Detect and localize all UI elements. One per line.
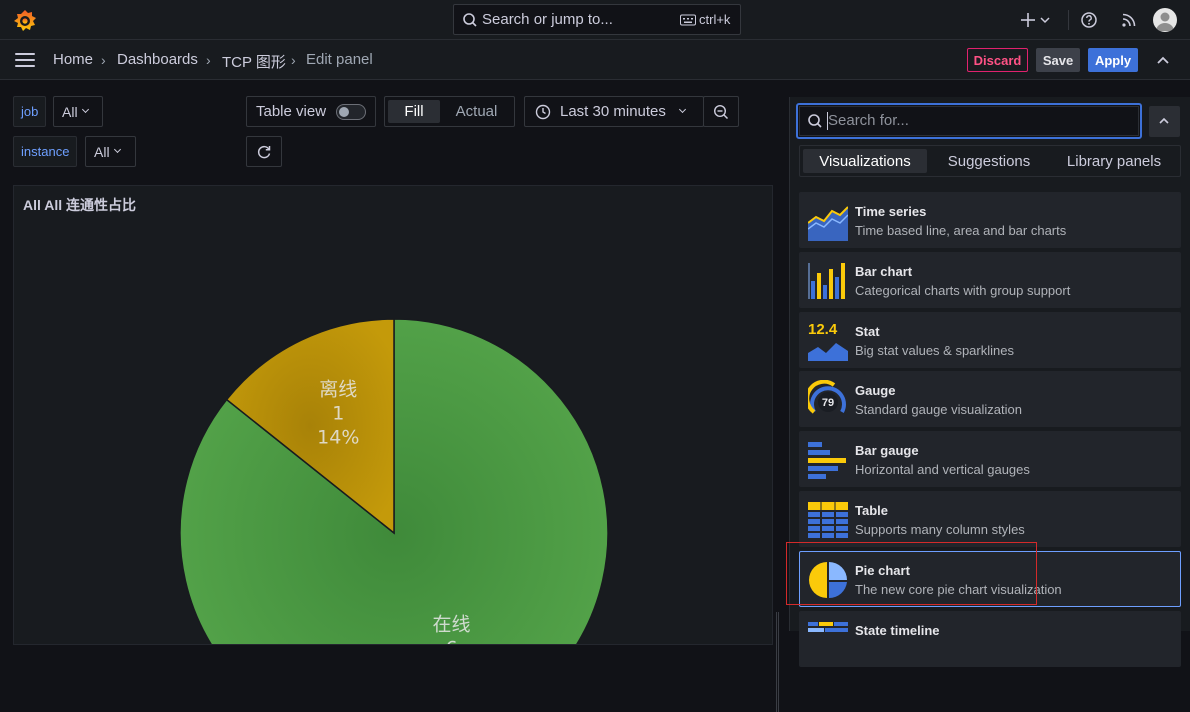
variable-job-select[interactable]: All [53, 96, 103, 127]
chevron-down-icon [113, 145, 121, 154]
search-icon [463, 13, 477, 27]
save-button[interactable]: Save [1036, 48, 1080, 72]
time-range-picker[interactable]: Last 30 minutes [524, 96, 704, 127]
viz-desc: The new core pie chart visualization [855, 582, 1062, 597]
viz-name: Pie chart [855, 563, 910, 578]
variable-instance-value: All [94, 143, 110, 160]
search-icon [808, 114, 822, 128]
breadcrumb-dashboard[interactable]: TCP 图形 [222, 51, 286, 72]
viz-card-pie-chart[interactable]: Pie chart The new core pie chart visuali… [799, 551, 1181, 607]
viz-card-stat[interactable]: 12.4 Stat Big stat values & sparklines [799, 312, 1181, 368]
grafana-logo-icon[interactable] [12, 8, 38, 32]
chevron-down-icon[interactable] [1040, 8, 1050, 32]
table-view-label: Table view [256, 103, 327, 120]
chevron-down-icon [678, 105, 686, 114]
chevron-down-icon [81, 105, 89, 114]
breadcrumb-current: Edit panel [306, 51, 373, 68]
viz-desc: Standard gauge visualization [855, 402, 1022, 417]
fill-actual-switch: Fill Actual [384, 96, 515, 127]
viz-name: Table [855, 503, 888, 518]
search-placeholder: Search or jump to... [482, 11, 613, 28]
viz-search-input[interactable]: Search for... [796, 103, 1142, 139]
pie-chart-icon [809, 562, 847, 599]
top-bar: Search or jump to... ctrl+k [0, 0, 1190, 40]
breadcrumb-bar: Home › Dashboards › TCP 图形 › Edit panel … [0, 40, 1190, 80]
news-rss-icon[interactable] [1120, 8, 1138, 32]
breadcrumb-separator-icon: › [101, 52, 106, 68]
fill-option[interactable]: Fill [388, 100, 440, 123]
toggle-switch[interactable] [336, 103, 367, 120]
zoom-out-icon [713, 104, 729, 119]
apply-button[interactable]: Apply [1088, 48, 1138, 72]
breadcrumb-separator-icon: › [291, 52, 296, 68]
zoom-out-button[interactable] [703, 96, 739, 127]
refresh-button[interactable] [246, 136, 282, 167]
keyboard-icon [680, 14, 696, 26]
tab-visualizations[interactable]: Visualizations [803, 149, 927, 173]
state-timeline-icon [808, 622, 848, 632]
bar-chart-icon [808, 263, 845, 299]
stat-icon-text: 12.4 [808, 321, 838, 338]
table-view-toggle[interactable]: Table view [246, 96, 376, 127]
pie-chart-panel: All All 连通性占比 在线686%离线114% [13, 185, 773, 645]
viz-name: Time series [855, 204, 927, 219]
menu-toggle-icon[interactable] [15, 53, 35, 67]
plus-icon[interactable] [1019, 8, 1037, 32]
viz-desc: Horizontal and vertical gauges [855, 462, 1030, 477]
tab-library-panels[interactable]: Library panels [1052, 149, 1176, 173]
viz-card-bar-chart[interactable]: Bar chart Categorical charts with group … [799, 252, 1181, 308]
variable-instance-select[interactable]: All [85, 136, 136, 167]
viz-desc: Big stat values & sparklines [855, 343, 1014, 358]
time-range-value: Last 30 minutes [560, 103, 666, 120]
tab-suggestions[interactable]: Suggestions [934, 149, 1044, 173]
variable-job-value: All [62, 103, 78, 120]
pie-label-value: 1 [332, 402, 344, 424]
help-icon[interactable] [1080, 8, 1098, 32]
pie-label-percent: 14% [317, 426, 359, 448]
breadcrumb-separator-icon: › [206, 52, 211, 68]
viz-name: Gauge [855, 383, 896, 398]
variable-job-label: job [13, 96, 47, 127]
viz-search-placeholder: Search for... [828, 112, 909, 129]
time-series-icon [808, 206, 848, 241]
pie-label-value: 6 [446, 638, 458, 645]
viz-name: Bar gauge [855, 443, 919, 458]
viz-desc: Categorical charts with group support [855, 283, 1071, 298]
toolbar-divider [1068, 10, 1069, 30]
actual-option[interactable]: Actual [445, 100, 508, 123]
viz-tabs: Visualizations Suggestions Library panel… [799, 145, 1181, 177]
pie-chart: 在线686%离线114% [179, 318, 609, 645]
viz-card-state-timeline[interactable]: State timeline [799, 611, 1181, 667]
discard-button[interactable]: Discard [967, 48, 1028, 72]
breadcrumb-dashboards[interactable]: Dashboards [117, 51, 198, 68]
chevron-up-icon[interactable] [1156, 54, 1170, 66]
gauge-icon-text: 79 [822, 397, 834, 409]
collapse-picker-button[interactable] [1149, 106, 1180, 137]
viz-desc: Supports many column styles [855, 522, 1025, 537]
viz-desc: Time based line, area and bar charts [855, 223, 1067, 238]
viz-name: Stat [855, 324, 880, 339]
visualization-picker: Search for... Visualizations Suggestions… [789, 97, 1190, 667]
variable-instance-label: instance [13, 136, 78, 167]
viz-card-gauge[interactable]: 79 Gauge Standard gauge visualization [799, 371, 1181, 427]
bar-gauge-icon [808, 442, 846, 479]
table-icon [808, 502, 848, 538]
global-search-input[interactable]: Search or jump to... ctrl+k [453, 4, 741, 35]
pie-label-name: 在线 [433, 614, 471, 636]
breadcrumb-home[interactable]: Home [53, 51, 93, 68]
refresh-icon [257, 145, 271, 158]
panel-editor-area: job All instance All Table view Fill Act… [0, 81, 781, 712]
viz-name: Bar chart [855, 264, 913, 279]
viz-card-bar-gauge[interactable]: Bar gauge Horizontal and vertical gauges [799, 431, 1181, 487]
viz-card-table[interactable]: Table Supports many column styles [799, 491, 1181, 547]
pane-splitter[interactable] [776, 612, 779, 712]
chevron-up-icon [1159, 117, 1169, 124]
search-shortcut: ctrl+k [699, 12, 731, 27]
clock-icon [535, 104, 551, 119]
pie-label-name: 离线 [319, 378, 357, 400]
gauge-icon: 79 [808, 380, 846, 414]
stat-icon: 12.4 [808, 321, 848, 361]
user-avatar-icon[interactable] [1153, 8, 1177, 32]
viz-card-time-series[interactable]: Time series Time based line, area and ba… [799, 192, 1181, 248]
